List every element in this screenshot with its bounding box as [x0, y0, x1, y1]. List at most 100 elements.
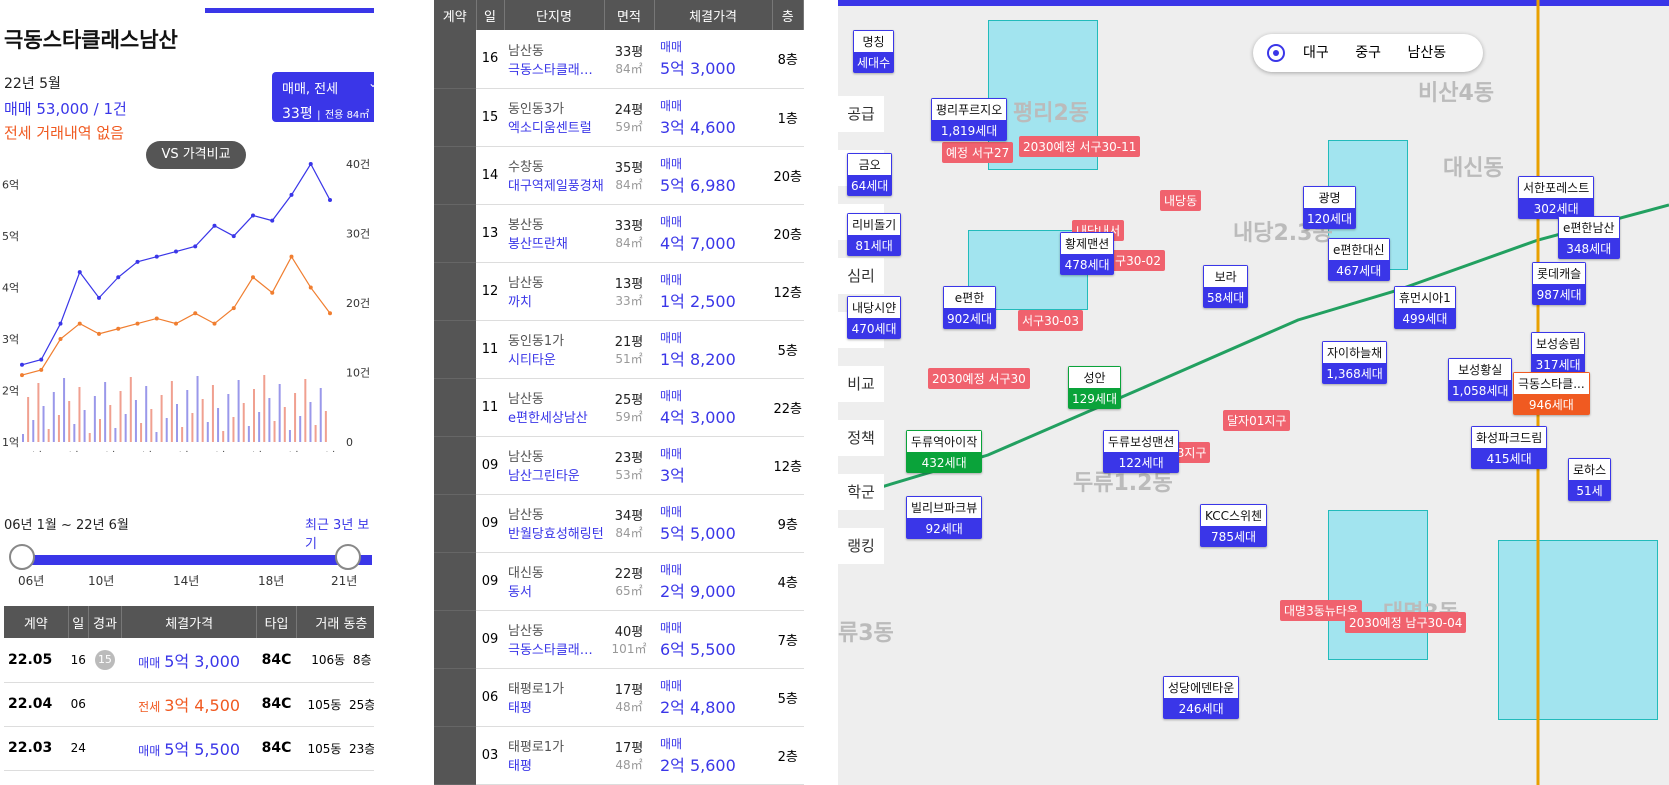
table-row[interactable]: 09 남산동 반월당효성해링턴 34평 84㎡ 매매 5억 5,000 9층	[434, 494, 804, 553]
complex-marker[interactable]: e편한남산 348세대	[1558, 216, 1620, 259]
complex-marker[interactable]: 평리푸르지오 1,819세대	[931, 98, 1008, 141]
cell-apt-name[interactable]: 봉산뜨란채	[508, 233, 604, 252]
table-row[interactable]: 22.04 06 전세 3억 4,500 84C 105동 25층	[4, 682, 374, 727]
table-row[interactable]: 15 동인동3가 엑소디움센트럴 24평 59㎡ 매매 3억 4,600 1층	[434, 88, 804, 147]
complex-marker[interactable]: 성안 129세대	[1068, 366, 1121, 409]
table-row[interactable]: 11 남산동 e편한세상남산 25평 59㎡ 매매 4억 3,000 22층	[434, 378, 804, 437]
table-row[interactable]: 06 태평로1가 태평 17평 48㎡ 매매 2억 4,800 5층	[434, 668, 804, 727]
cell-complex[interactable]: 남산동 까치	[504, 262, 604, 321]
complex-marker[interactable]: 보라 58세대	[1203, 265, 1249, 308]
complex-marker[interactable]: 빌리브파크뷰 92세대	[906, 496, 983, 539]
district-label: 비산4동	[1418, 81, 1495, 106]
cell-day: 03	[476, 726, 504, 785]
cell-apt-name[interactable]: 동서	[508, 581, 604, 600]
side-menu-item[interactable]: 랭킹	[838, 528, 884, 564]
complex-marker[interactable]: 금오 64세대	[847, 153, 893, 196]
cell-complex[interactable]: 봉산동 봉산뜨란채	[504, 204, 604, 263]
type-selector[interactable]: 매매, 전세 ⌄ 33평 | 전용 84㎡	[272, 72, 374, 122]
complex-marker[interactable]: 롯데캐슬 987세대	[1532, 262, 1587, 305]
cell-complex[interactable]: 태평로1가 태평	[504, 668, 604, 727]
volume-bar	[68, 401, 71, 442]
cell-complex[interactable]: 동인동1가 시티타운	[504, 320, 604, 379]
volume-bar	[237, 380, 240, 442]
cell-complex[interactable]: 남산동 e편한세상남산	[504, 378, 604, 437]
cell-complex[interactable]: 대신동 동서	[504, 552, 604, 611]
cell-complex[interactable]: 수창동 대구역제일풍경채	[504, 146, 604, 205]
complex-marker[interactable]: 서한포레스트 302세대	[1518, 176, 1595, 219]
complex-marker[interactable]: 로하스 51세	[1568, 458, 1612, 501]
complex-marker[interactable]: 극동스타클... 946세대	[1513, 372, 1590, 415]
side-menu-item[interactable]: 심리	[838, 258, 884, 294]
cell-complex[interactable]: 남산동극동스타클래스남산	[504, 30, 604, 89]
table-row[interactable]: 12 남산동 까치 13평 33㎡ 매매 1억 2,500 12층	[434, 262, 804, 321]
table-row[interactable]: 09 남산동 남산그린타운 23평 53㎡ 매매 3억 12층	[434, 436, 804, 495]
redevelopment-zone[interactable]: 서구30-03	[1018, 310, 1083, 331]
cell-apt-name[interactable]: 까치	[508, 291, 604, 310]
loc-city[interactable]: 대구	[1303, 45, 1329, 61]
cell-apt-name[interactable]: 극동스타클래스남산	[508, 59, 604, 78]
cell-apt-name[interactable]: e편한세상남산	[508, 407, 604, 426]
complex-marker[interactable]: 광명 120세대	[1303, 186, 1356, 229]
table-row[interactable]: 22.05 16 15 매매 5억 3,000 84C 106동 8층	[4, 638, 374, 683]
table-row[interactable]: 03 태평로1가 태평 17평 48㎡ 매매 2억 5,600 2층	[434, 726, 804, 785]
redevelopment-zone[interactable]: 달자01지구	[1223, 410, 1291, 431]
complex-marker[interactable]: 휴먼시아1 499세대	[1394, 286, 1456, 329]
complex-marker[interactable]: 보성황실 1,058세대	[1448, 358, 1513, 401]
complex-marker[interactable]: e편한대신 467세대	[1328, 238, 1390, 281]
side-menu-item[interactable]: 정책	[838, 420, 884, 456]
cell-complex[interactable]: 남산동 반월당효성해링턴	[504, 494, 604, 553]
complex-marker[interactable]: 보성송림 317세대	[1531, 332, 1586, 375]
table-row[interactable]: 11 동인동1가 시티타운 21평 51㎡ 매매 1억 8,200 5층	[434, 320, 804, 379]
redevelopment-zone[interactable]: 내당동	[1160, 190, 1202, 211]
slider-start-handle[interactable]	[9, 544, 35, 570]
redevelopment-zone[interactable]: 2030예정 서구30	[928, 368, 1030, 389]
cell-complex[interactable]: 남산동 남산그린타운	[504, 436, 604, 495]
table-row[interactable]: 13 봉산동 봉산뜨란채 33평 84㎡ 매매 4억 7,000 20층	[434, 204, 804, 263]
cell-complex[interactable]: 태평로1가 태평	[504, 726, 604, 785]
complex-marker[interactable]: 내당시얀 470세대	[847, 296, 902, 339]
period-slider-track[interactable]	[22, 555, 372, 565]
redevelopment-zone[interactable]: 예정 서구27	[942, 142, 1014, 163]
cell-apt-name[interactable]: 태평	[508, 697, 604, 716]
complex-marker[interactable]: 화성파크드림 415세대	[1471, 426, 1548, 469]
redevelopment-zone[interactable]: 2030예정 남구30-04	[1345, 612, 1467, 633]
redevelopment-zone[interactable]: 2030예정 서구30-11	[1019, 136, 1141, 157]
cell-m2: 48㎡	[615, 758, 643, 772]
table-row[interactable]: 16 남산동극동스타클래스남산 33평84㎡ 매매 5억 3,000 8층	[434, 30, 804, 89]
side-menu-item[interactable]: 공급	[838, 96, 884, 132]
cell-apt-name[interactable]: 남산그린타운	[508, 465, 604, 484]
complex-marker[interactable]: 명칭 세대수	[853, 30, 895, 73]
location-icon[interactable]	[1267, 44, 1285, 62]
table-row[interactable]: 22.03 24 매매 5억 5,500 84C 105동 23층	[4, 726, 374, 771]
complex-name: 평리푸르지오	[931, 98, 1008, 120]
cell-apt-name[interactable]: 극동스타클래스남산	[508, 639, 604, 658]
cell-apt-name[interactable]: 태평	[508, 755, 604, 774]
cell-apt-name[interactable]: 시티타운	[508, 349, 604, 368]
complex-marker[interactable]: 리비돌기 81세대	[847, 213, 902, 256]
type-area: 전용 84㎡	[324, 110, 370, 121]
cell-apt-name[interactable]: 대구역제일풍경채	[508, 175, 604, 194]
complex-marker[interactable]: 두류보성맨션 122세대	[1103, 430, 1180, 473]
complex-marker[interactable]: 자이하늘채 1,368세대	[1322, 341, 1388, 384]
complex-name: 두류역아이작	[906, 430, 983, 452]
location-bar[interactable]: 대구 중구 남산동	[1253, 34, 1483, 72]
cell-apt-name[interactable]: 반월당효성해링턴	[508, 523, 604, 542]
slider-end-handle[interactable]	[335, 544, 361, 570]
loc-gu[interactable]: 중구	[1355, 45, 1381, 61]
y2-tick-label: 40건	[346, 158, 370, 171]
table-row[interactable]: 14 수창동 대구역제일풍경채 35평 84㎡ 매매 5억 6,980 20층	[434, 146, 804, 205]
complex-marker[interactable]: KCC스위첸 785세대	[1200, 504, 1268, 547]
side-menu-item[interactable]: 비교	[838, 366, 884, 402]
complex-marker[interactable]: 성당에덴타운 246세대	[1163, 676, 1240, 719]
complex-marker[interactable]: e편한 902세대	[943, 286, 996, 329]
map-view[interactable]: 비산4동평리2동대신동내당2.3동두류1.2동대명3동류3동 대구 중구 남산동…	[838, 0, 1669, 785]
side-menu-item[interactable]: 학군	[838, 474, 884, 510]
table-row[interactable]: 09 대신동 동서 22평 65㎡ 매매 2억 9,000 4층	[434, 552, 804, 611]
cell-complex[interactable]: 남산동극동스타클래스남산	[504, 610, 604, 669]
loc-dong[interactable]: 남산동	[1407, 45, 1446, 61]
cell-complex[interactable]: 동인동3가 엑소디움센트럴	[504, 88, 604, 147]
complex-marker[interactable]: 황제맨션 478세대	[1060, 232, 1115, 275]
cell-apt-name[interactable]: 엑소디움센트럴	[508, 117, 604, 136]
complex-marker[interactable]: 두류역아이작 432세대	[906, 430, 983, 473]
table-row[interactable]: 09 남산동극동스타클래스남산 40평 101㎡ 매매 6억 5,500 7층	[434, 610, 804, 669]
